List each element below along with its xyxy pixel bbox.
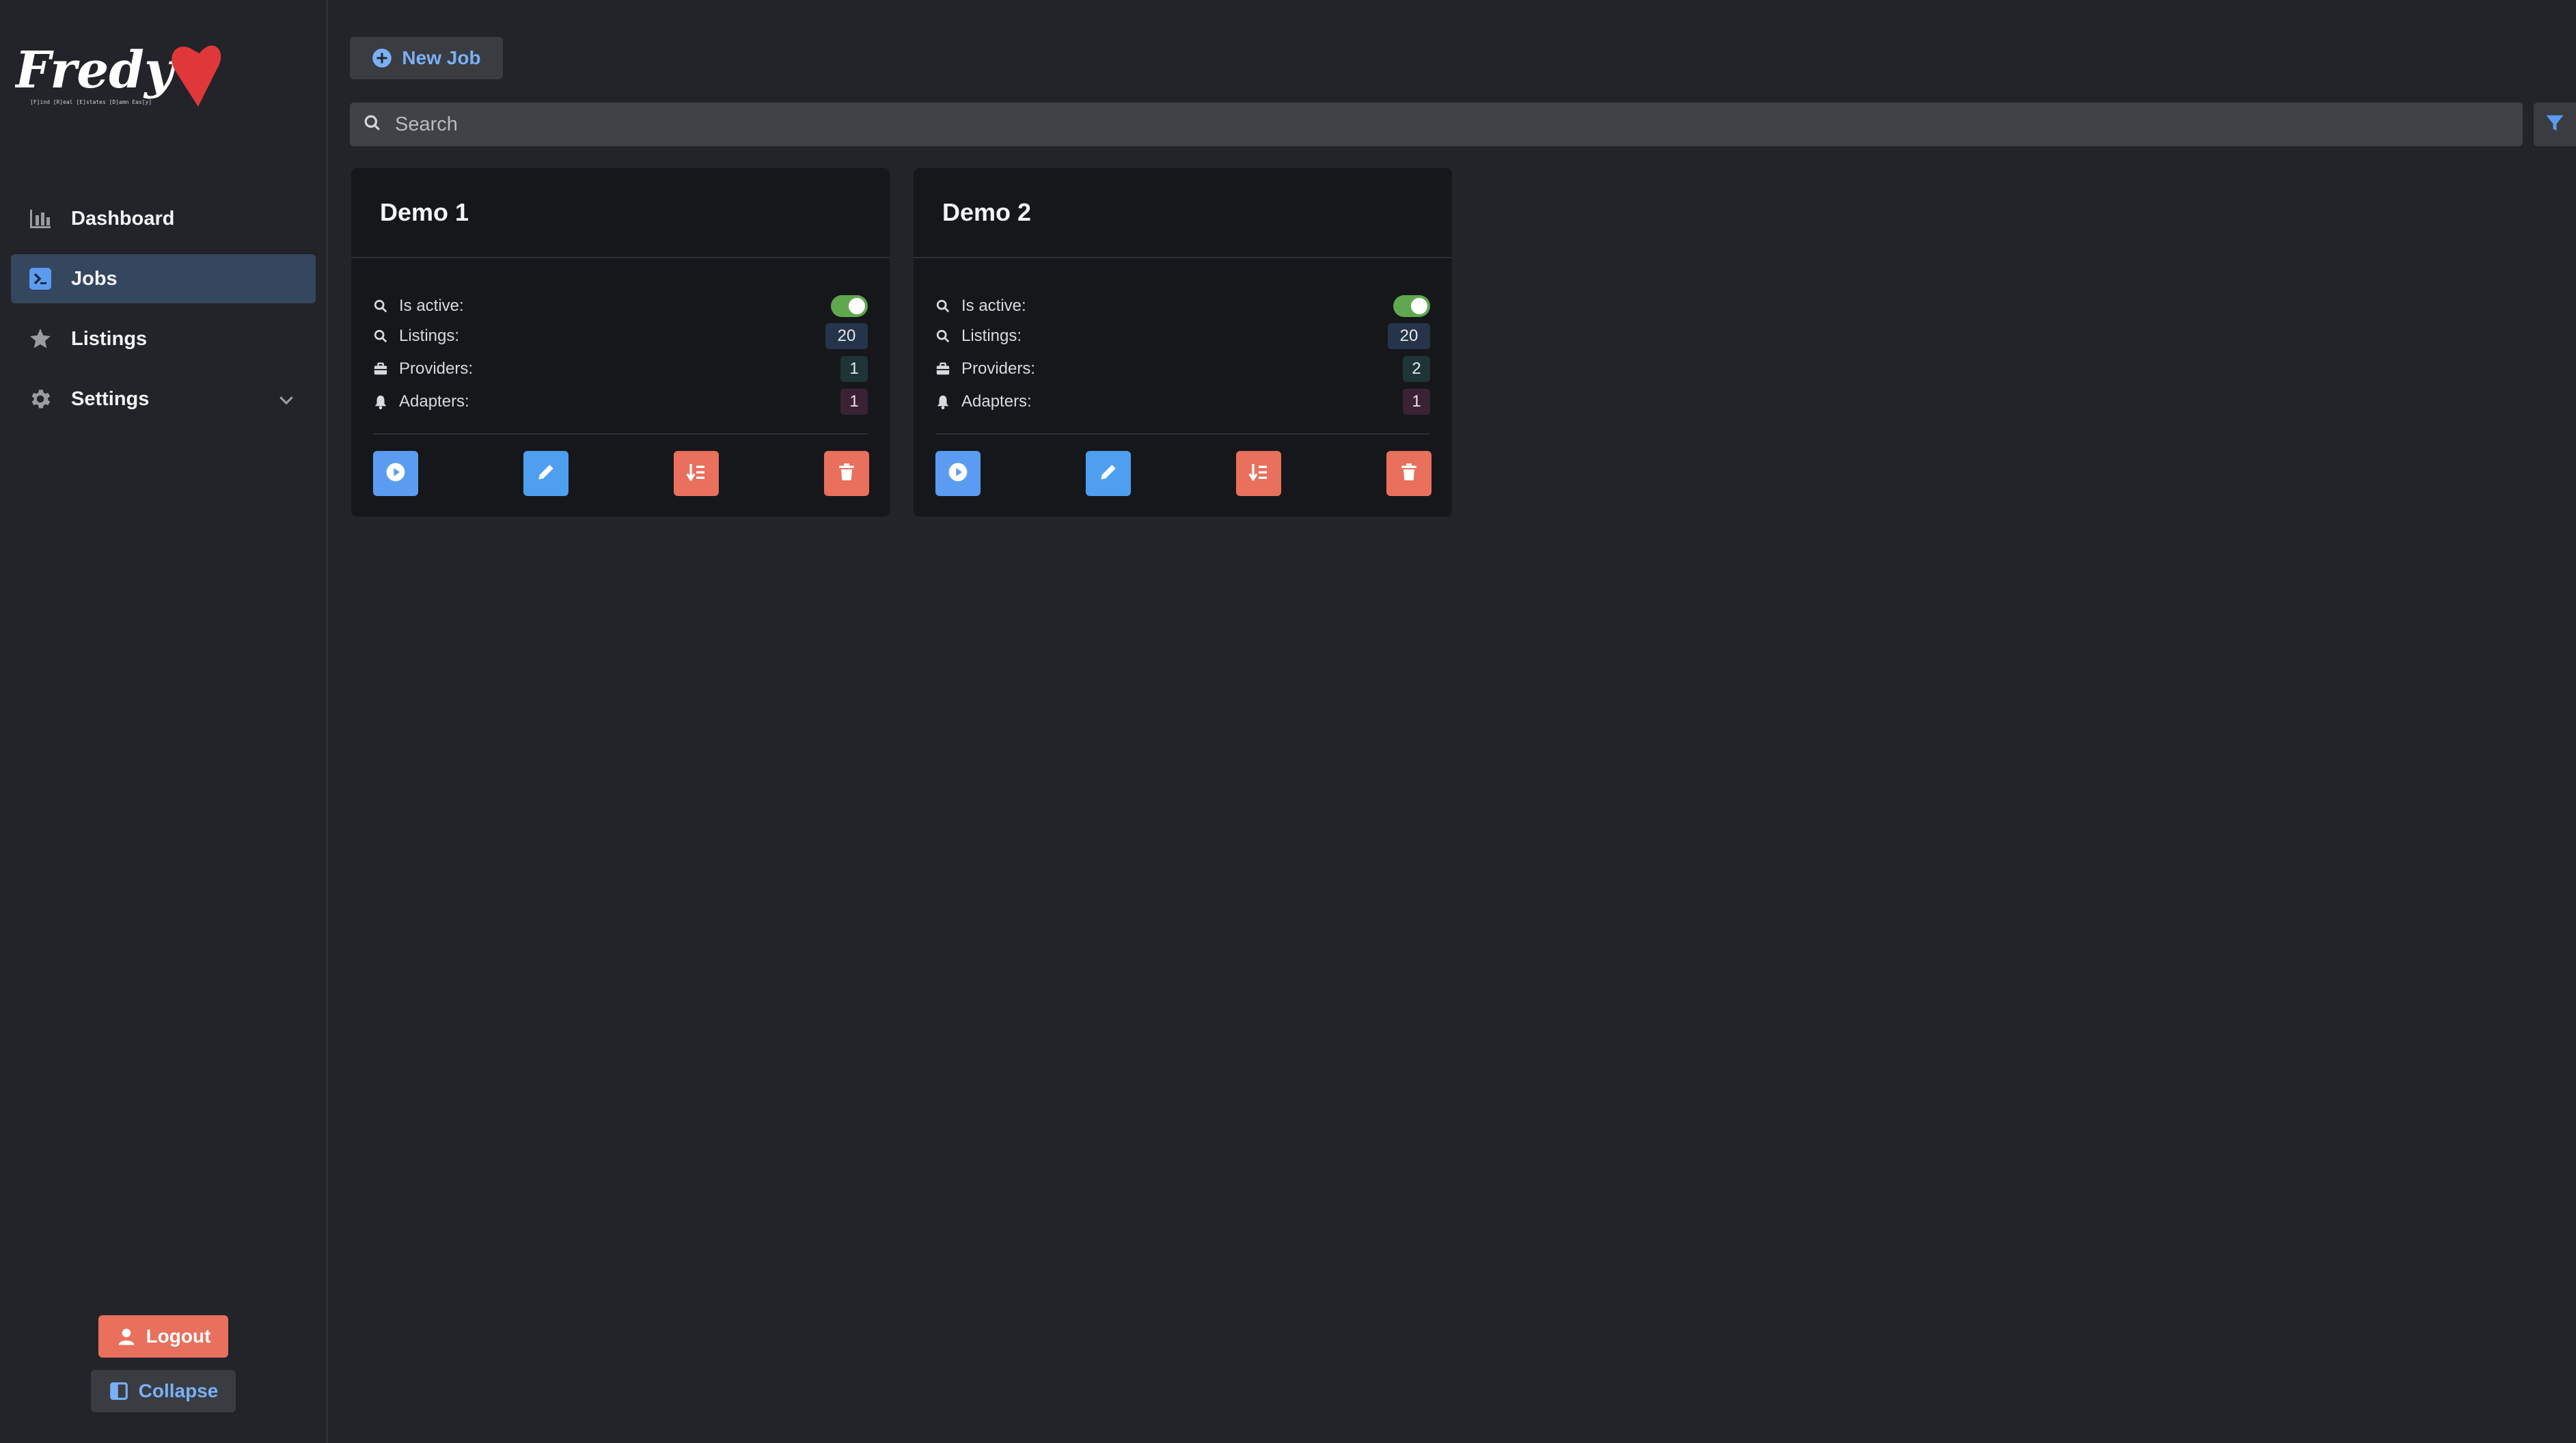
play-circle-icon [947,461,969,486]
job-card: Demo 1 Is active: Listings: 20 Providers… [351,168,890,517]
card-divider [935,433,1430,435]
sidebar-nav: Dashboard Jobs Listings Settings [11,194,316,435]
bell-icon [373,394,388,409]
providers-label: Providers: [399,359,474,378]
chevron-down-icon[interactable] [276,389,297,410]
search-icon [373,299,388,314]
clear-listings-button[interactable] [1236,451,1281,496]
filter-button[interactable] [2534,102,2576,146]
terminal-icon [27,266,53,292]
adapters-row: Adapters: 1 [373,388,868,415]
providers-row: Providers: 1 [373,355,868,383]
adapters-count: 1 [1403,389,1430,415]
sidebar-item-settings[interactable]: Settings [11,374,316,424]
star-icon [27,326,53,352]
clear-listings-button[interactable] [674,451,719,496]
filter-icon [2545,113,2565,137]
sort-list-icon [1248,461,1270,486]
delete-job-button[interactable] [1386,451,1431,496]
sidebar-item-jobs[interactable]: Jobs [11,254,316,303]
logout-button[interactable]: Logout [98,1315,228,1358]
edit-job-button[interactable] [1086,451,1131,496]
bar-chart-icon [27,206,53,232]
sidebar-item-label: Listings [71,327,148,350]
job-card: Demo 2 Is active: Listings: 20 Providers… [914,168,1452,517]
play-circle-icon [385,461,407,486]
listings-count: 20 [825,323,868,349]
search-icon [364,114,381,135]
pencil-icon [1097,461,1119,486]
edit-job-button[interactable] [523,451,568,496]
listings-label: Listings: [399,327,460,345]
pencil-icon [535,461,557,486]
search-bar [350,102,2523,146]
providers-label: Providers: [961,359,1036,378]
delete-job-button[interactable] [824,451,869,496]
collapse-label: Collapse [138,1380,219,1401]
listings-row: Listings: 20 [935,322,1430,350]
collapse-button[interactable]: Collapse [91,1370,236,1412]
run-job-button[interactable] [935,451,981,496]
sidebar-item-label: Dashboard [71,207,175,230]
sidebar-collapse-icon [109,1381,129,1401]
listings-count: 20 [1388,323,1430,349]
logo-text: Fredy [15,41,177,100]
adapters-label: Adapters: [961,392,1032,411]
providers-count: 2 [1403,356,1430,382]
is-active-row: Is active: [935,292,1430,320]
new-job-label: New Job [402,47,481,68]
trash-icon [1398,461,1420,486]
sidebar: Fredy [F]ind [R]eal [E]states [D]amn Eas… [0,0,328,1443]
briefcase-icon [373,361,388,376]
adapters-row: Adapters: 1 [935,388,1430,415]
listings-row: Listings: 20 [373,322,868,350]
search-icon [935,299,950,314]
providers-row: Providers: 2 [935,355,1430,383]
gear-icon [27,386,53,412]
search-icon [373,329,388,344]
job-title: Demo 2 [914,168,1452,258]
search-input[interactable] [394,112,2523,137]
sidebar-item-label: Settings [71,387,150,410]
sidebar-item-label: Jobs [71,267,118,290]
trash-icon [836,461,858,486]
listings-label: Listings: [961,327,1022,345]
sidebar-item-listings[interactable]: Listings [11,314,316,363]
adapters-label: Adapters: [399,392,469,411]
search-icon [935,329,950,344]
active-toggle[interactable] [1393,295,1430,317]
logout-label: Logout [146,1325,211,1347]
run-job-button[interactable] [373,451,418,496]
logo-tagline: [F]ind [R]eal [E]states [D]amn Eas[y] [30,99,152,105]
is-active-label: Is active: [399,297,464,315]
providers-count: 1 [840,356,868,382]
sort-list-icon [685,461,707,486]
adapters-count: 1 [840,389,868,415]
active-toggle[interactable] [831,295,868,317]
bell-icon [935,394,950,409]
briefcase-icon [935,361,950,376]
fredy-logo: Fredy [F]ind [R]eal [E]states [D]amn Eas… [14,41,227,116]
is-active-label: Is active: [961,297,1026,315]
card-divider [373,433,868,435]
new-job-button[interactable]: New Job [350,37,503,79]
user-icon [116,1326,137,1347]
sidebar-item-dashboard[interactable]: Dashboard [11,194,316,243]
job-title: Demo 1 [351,168,890,258]
plus-circle-icon [372,48,392,68]
is-active-row: Is active: [373,292,868,320]
